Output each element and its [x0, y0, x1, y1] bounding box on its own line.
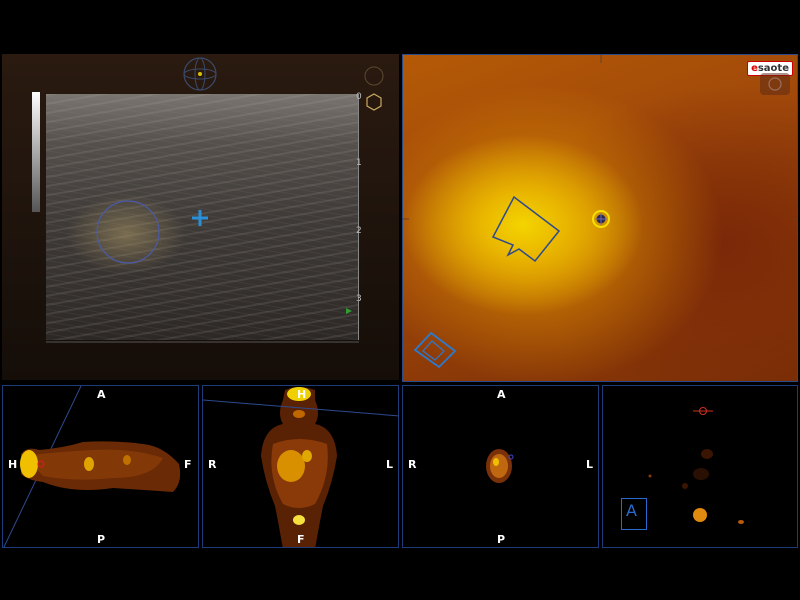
probe-footprint-outline[interactable]: [491, 195, 561, 263]
mip-viewport[interactable]: A: [602, 385, 798, 548]
orientation-sphere-icon[interactable]: [183, 57, 217, 91]
axial-viewport[interactable]: A P R L: [402, 385, 599, 548]
probe-status-icon[interactable]: [364, 66, 384, 111]
orientation-label-top: A: [497, 388, 506, 401]
roi-circle[interactable]: [96, 200, 160, 264]
view-rotate-icon[interactable]: [760, 73, 790, 95]
orientation-label-left: H: [8, 458, 18, 471]
orientation-label-right: L: [586, 458, 594, 471]
orientation-label-left: R: [208, 458, 217, 471]
coronal-viewport[interactable]: H F R L: [202, 385, 399, 548]
orientation-label-top: A: [97, 388, 106, 401]
orientation-label-top: H: [297, 388, 307, 401]
orientation-label-left: R: [408, 458, 417, 471]
crosshair-icon[interactable]: [192, 210, 208, 226]
pet-overlay: [403, 55, 797, 369]
plane-selector-icon[interactable]: A: [621, 498, 647, 530]
plane-selector-letter: A: [626, 501, 637, 520]
axial-image: [486, 449, 514, 483]
sagittal-viewport[interactable]: A P H F: [2, 385, 199, 548]
target-marker-icon[interactable]: [592, 210, 610, 228]
orientation-label-bottom: P: [497, 533, 506, 546]
sagittal-image: [3, 386, 181, 547]
probe-orientation-icon[interactable]: [413, 331, 457, 369]
ultrasound-overlay: [46, 57, 384, 343]
ultrasound-viewport[interactable]: 0 1 2 3: [2, 54, 399, 380]
orientation-label-right: L: [386, 458, 394, 471]
orientation-label-bottom: F: [297, 533, 305, 546]
orientation-label-bottom: P: [97, 533, 106, 546]
pet-fusion-viewport[interactable]: esaote: [402, 54, 798, 382]
coronal-image: [203, 387, 398, 547]
focus-marker-icon: [346, 308, 352, 314]
orientation-label-right: F: [184, 458, 192, 471]
